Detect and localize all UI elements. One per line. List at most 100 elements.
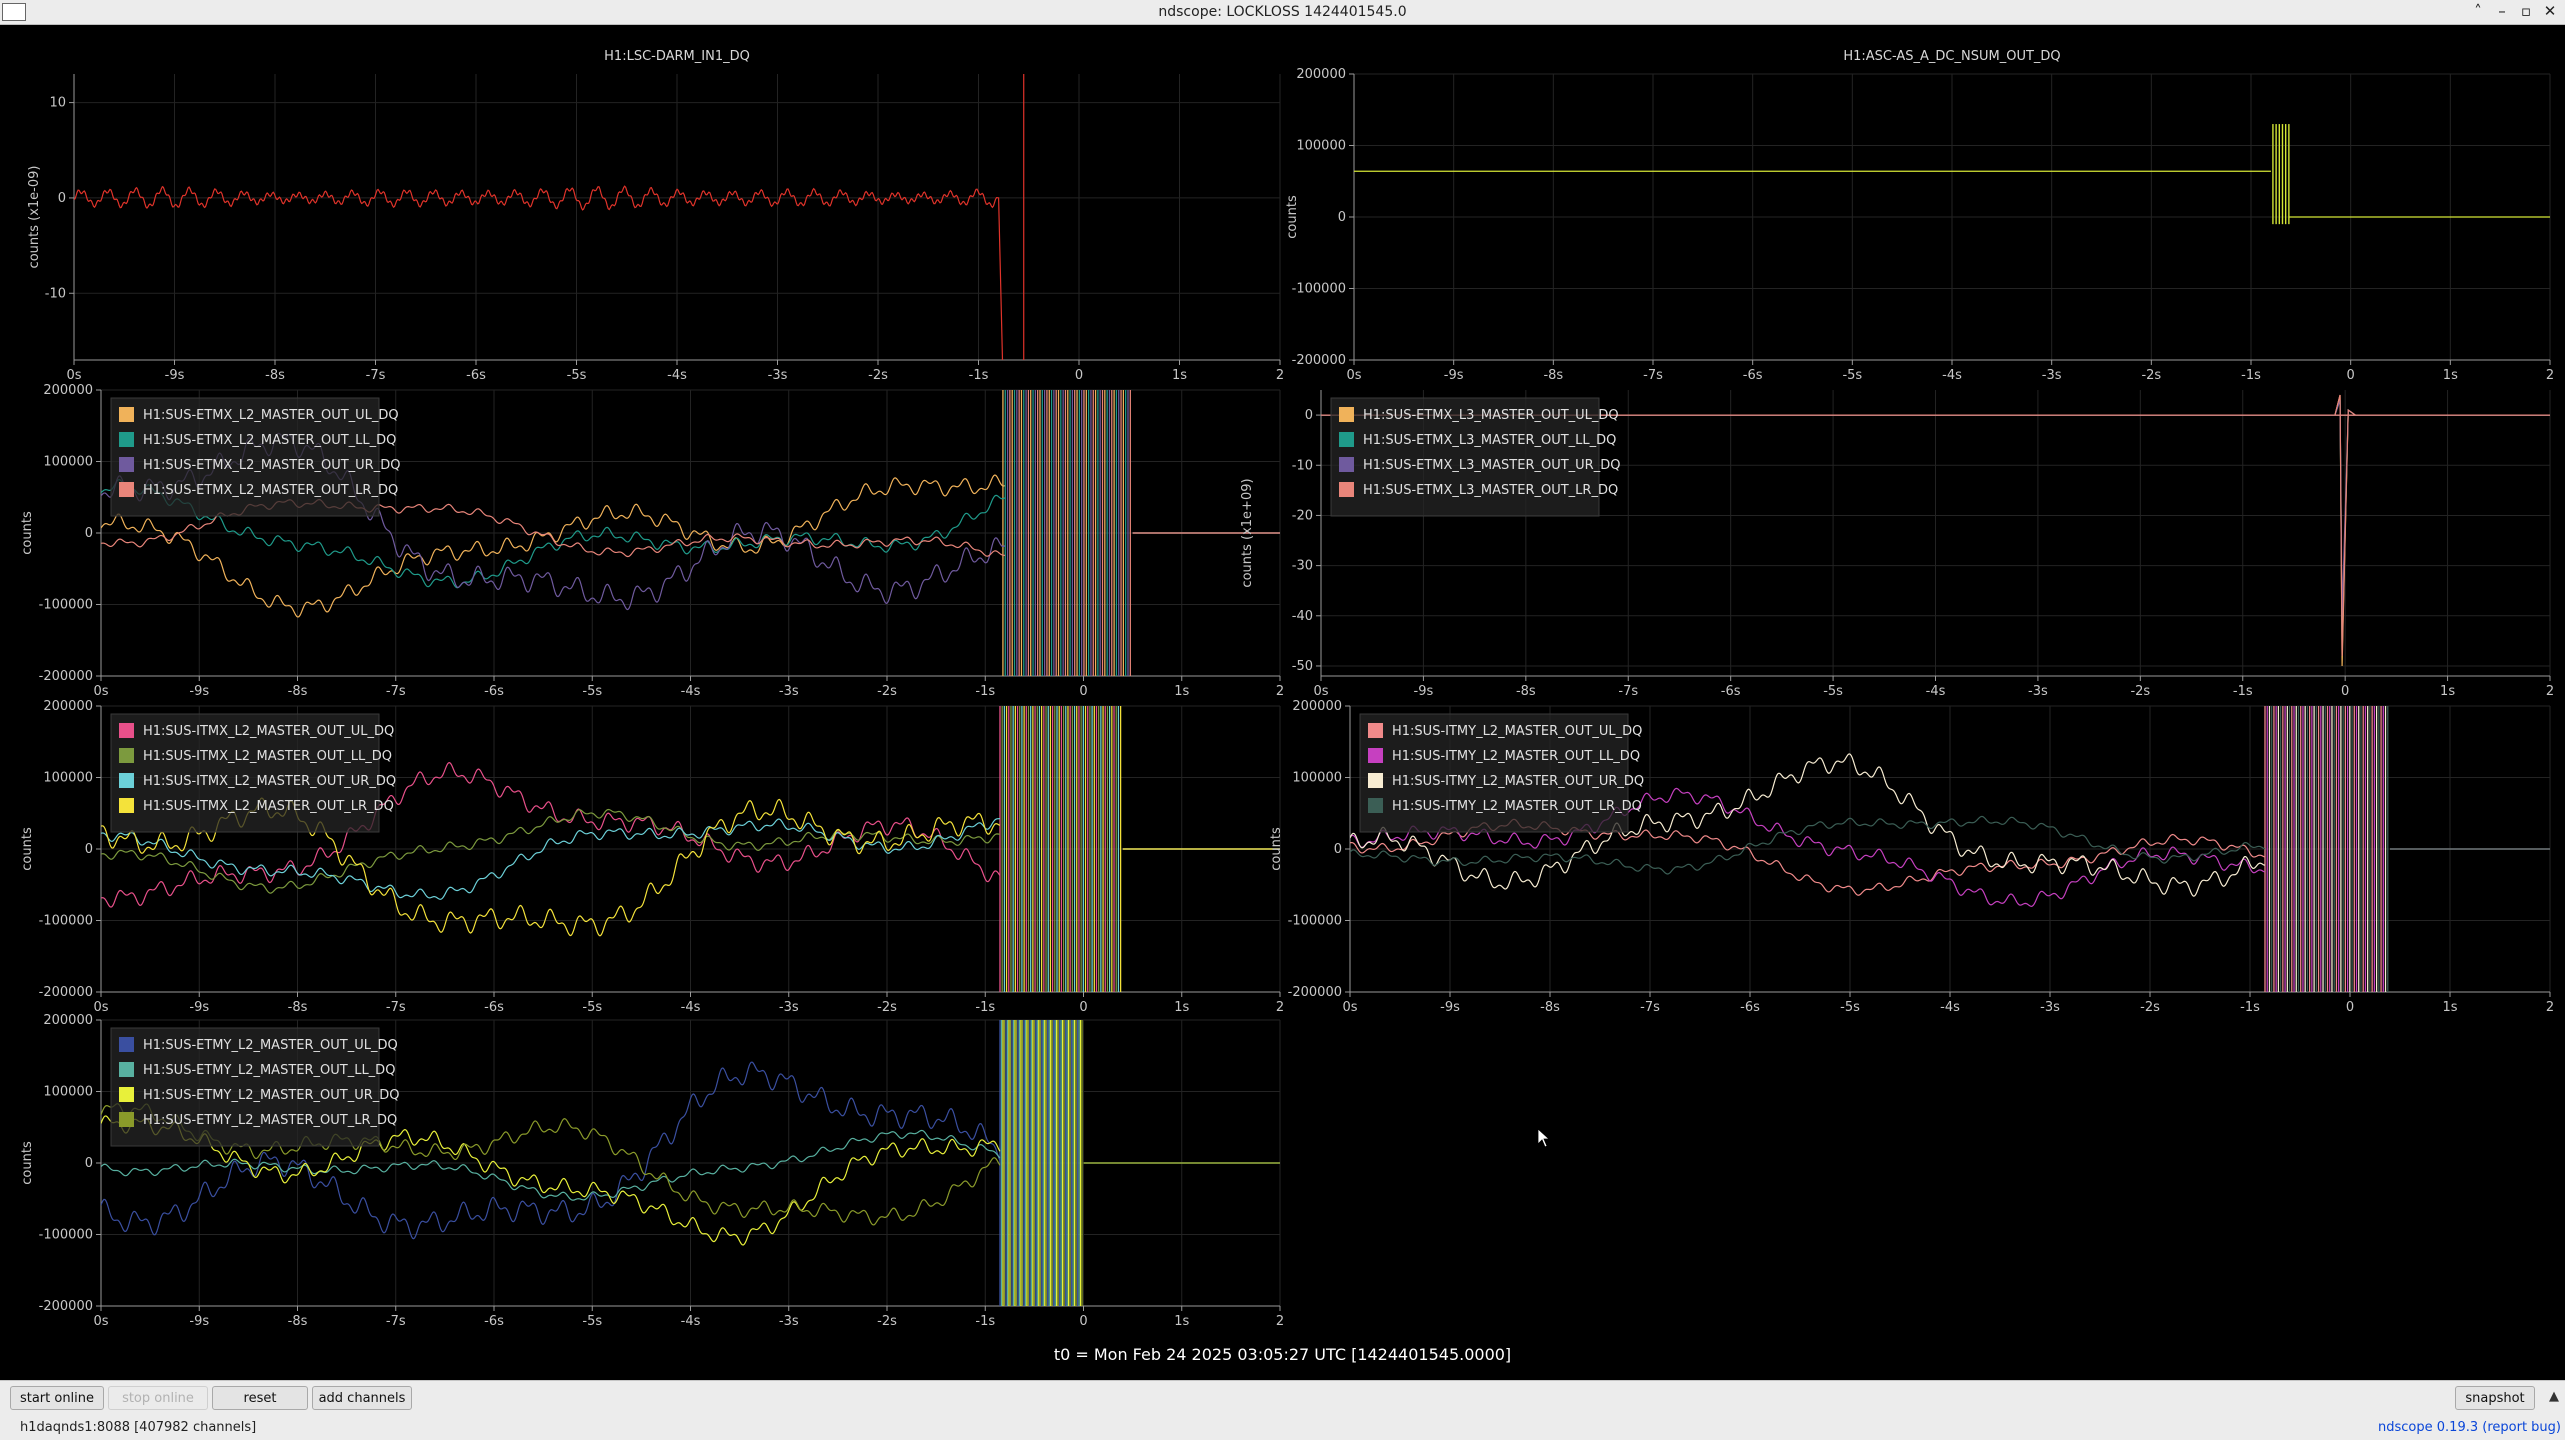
y-tick-label: 100000	[43, 771, 93, 786]
plot-title: H1:ASC-AS_A_DC_NSUM_OUT_DQ	[1843, 49, 2060, 64]
x-tick-label: 0	[2341, 684, 2349, 699]
plot-panel-0[interactable]: 0s -9s -8s -7s -6s -5s -4s -3s -2s -1s 0 1s 2 10 0 -10 c…	[27, 49, 1284, 408]
x-tick-label: -6s	[1743, 368, 1763, 383]
x-tick-label: 0s	[66, 368, 81, 383]
legend-label: H1:SUS-ETMX_L3_MASTER_OUT_UR_DQ	[1363, 458, 1620, 473]
plot-panel-6[interactable]: 0s -9s -8s -7s -6s -5s -4s -3s -2s -1s 0 1s 2 200000 1…	[20, 984, 1284, 1342]
legend-swatch	[119, 432, 134, 447]
x-tick-label: -4s	[1940, 1000, 1960, 1015]
x-tick-label: -3s	[779, 1314, 799, 1329]
x-tick-label: -6s	[466, 368, 486, 383]
x-tick-label: -8s	[265, 368, 285, 383]
y-axis-label: counts (x1e+09)	[1240, 478, 1255, 587]
y-tick-label: 0	[85, 1156, 93, 1171]
x-tick-label: -1s	[2233, 684, 2253, 699]
x-tick-label: -5s	[582, 1000, 602, 1015]
legend-swatch	[1339, 482, 1354, 497]
x-tick-label: 0	[1079, 1000, 1087, 1015]
x-tick-label: 0	[2347, 368, 2355, 383]
x-tick-label: 0	[2346, 1000, 2354, 1015]
y-axis-label: counts	[20, 511, 35, 555]
y-axis-label: counts	[20, 827, 35, 871]
y-tick-label: -100000	[1288, 914, 1342, 929]
x-tick-label: 2	[2546, 684, 2554, 699]
legend-label: H1:SUS-ITMY_L2_MASTER_OUT_LR_DQ	[1392, 799, 1642, 814]
x-tick-label: -5s	[582, 684, 602, 699]
x-tick-label: -3s	[779, 1000, 799, 1015]
y-tick-label: -200000	[39, 985, 93, 1000]
x-tick-label: 0	[1079, 1314, 1087, 1329]
y-tick-label: 0	[85, 842, 93, 857]
x-tick-label: -6s	[1740, 1000, 1760, 1015]
snapshot-button[interactable]: snapshot	[2455, 1386, 2535, 1410]
plot-panel-5[interactable]: 0s -9s -8s -7s -6s -5s -4s -3s -2s -1s 0 1s 2 200000 1…	[1269, 670, 2554, 1028]
x-tick-label: -1s	[975, 1000, 995, 1015]
legend-swatch	[119, 723, 134, 738]
stop-online-button[interactable]: stop online	[108, 1386, 208, 1410]
y-tick-label: -200000	[39, 669, 93, 684]
plot-area[interactable]: 0s -9s -8s -7s -6s -5s -4s -3s -2s -1s 0 1s 2 10 0 -10 c…	[8, 26, 2560, 1380]
version-link[interactable]: ndscope 0.19.3	[2378, 1420, 2478, 1435]
shade-up-icon[interactable]: ˄	[2469, 1, 2487, 21]
report-bug-link[interactable]: (report bug)	[2482, 1420, 2561, 1435]
x-tick-label: -6s	[484, 1314, 504, 1329]
y-tick-label: 200000	[43, 1013, 93, 1028]
plot-title: H1:LSC-DARM_IN1_DQ	[604, 49, 750, 64]
legend-swatch	[119, 1037, 134, 1052]
y-tick-label: -30	[1292, 559, 1313, 574]
x-tick-label: -4s	[681, 1314, 701, 1329]
legend-label: H1:SUS-ETMY_L2_MASTER_OUT_UL_DQ	[143, 1038, 398, 1053]
plot-panel-2[interactable]: 0s -9s -8s -7s -6s -5s -4s -3s -2s -1s 0 1s 2 200000 1…	[20, 354, 1284, 712]
legend-swatch	[1339, 457, 1354, 472]
x-tick-label: -8s	[288, 684, 308, 699]
status-bar: h1daqnds1:8088 [407982 channels] ndscope…	[0, 1414, 2565, 1440]
x-tick-label: -1s	[969, 368, 989, 383]
x-tick-label: 0s	[93, 1314, 108, 1329]
add-channels-button[interactable]: add channels	[312, 1386, 412, 1410]
legend-swatch	[1339, 432, 1354, 447]
y-tick-label: -100000	[1292, 282, 1346, 297]
x-tick-label: -8s	[288, 1000, 308, 1015]
x-tick-label: -2s	[877, 684, 897, 699]
x-tick-label: 1s	[1174, 1000, 1189, 1015]
legend-swatch	[119, 1062, 134, 1077]
reset-button[interactable]: reset	[212, 1386, 308, 1410]
y-tick-label: 100000	[1296, 139, 1346, 154]
x-tick-label: -2s	[2140, 1000, 2160, 1015]
plot-panel-4[interactable]: 0s -9s -8s -7s -6s -5s -4s -3s -2s -1s 0 1s 2 200000 1…	[20, 670, 1284, 1028]
y-tick-label: -200000	[1288, 985, 1342, 1000]
legend-label: H1:SUS-ITMX_L2_MASTER_OUT_UR_DQ	[143, 774, 396, 789]
legend-label: H1:SUS-ETMX_L3_MASTER_OUT_UL_DQ	[1363, 408, 1619, 423]
y-tick-label: 100000	[1292, 771, 1342, 786]
plot-panel-1[interactable]: 0s -9s -8s -7s -6s -5s -4s -3s -2s -1s 0 1s 2 200000 1…	[1285, 49, 2554, 383]
minimize-icon[interactable]: –	[2493, 1, 2511, 21]
legend-swatch	[119, 457, 134, 472]
plot-canvas[interactable]: 0s -9s -8s -7s -6s -5s -4s -3s -2s -1s 0 1s 2 10 0 -10 c…	[8, 26, 2560, 1380]
maximize-icon[interactable]: ▫	[2517, 1, 2535, 21]
x-tick-label: 1s	[2442, 1000, 2457, 1015]
x-tick-label: 0	[1075, 368, 1083, 383]
x-tick-label: -4s	[681, 684, 701, 699]
y-tick-label: -10	[1292, 458, 1313, 473]
legend-swatch	[119, 773, 134, 788]
legend-label: H1:SUS-ETMX_L2_MASTER_OUT_LL_DQ	[143, 433, 396, 448]
legend-label: H1:SUS-ETMX_L2_MASTER_OUT_UR_DQ	[143, 458, 400, 473]
x-tick-label: -4s	[1942, 368, 1962, 383]
button-bar: start online stop online reset add chann…	[0, 1380, 2565, 1415]
x-tick-label: -7s	[386, 684, 406, 699]
legend-label: H1:SUS-ETMY_L2_MASTER_OUT_LR_DQ	[143, 1113, 397, 1128]
close-icon[interactable]: ✕	[2541, 1, 2559, 21]
x-tick-label: 2	[1276, 1314, 1284, 1329]
x-tick-label: -6s	[484, 684, 504, 699]
x-tick-label: -9s	[189, 1000, 209, 1015]
x-tick-label: -8s	[1516, 684, 1536, 699]
x-tick-label: -9s	[1440, 1000, 1460, 1015]
start-online-button[interactable]: start online	[10, 1386, 104, 1410]
legend-label: H1:SUS-ITMY_L2_MASTER_OUT_UL_DQ	[1392, 724, 1642, 739]
collapse-arrow-icon[interactable]: ▲	[2549, 1389, 2559, 1404]
x-tick-label: -4s	[681, 1000, 701, 1015]
x-tick-label: -7s	[1640, 1000, 1660, 1015]
plot-panel-3[interactable]: 0s -9s -8s -7s -6s -5s -4s -3s -2s -1s 0 1s 2 0 -10 -20…	[1240, 390, 2554, 699]
window-titlebar: ndscope: LOCKLOSS 1424401545.0 ˄ – ▫ ✕	[0, 0, 2565, 25]
x-tick-label: -6s	[484, 1000, 504, 1015]
